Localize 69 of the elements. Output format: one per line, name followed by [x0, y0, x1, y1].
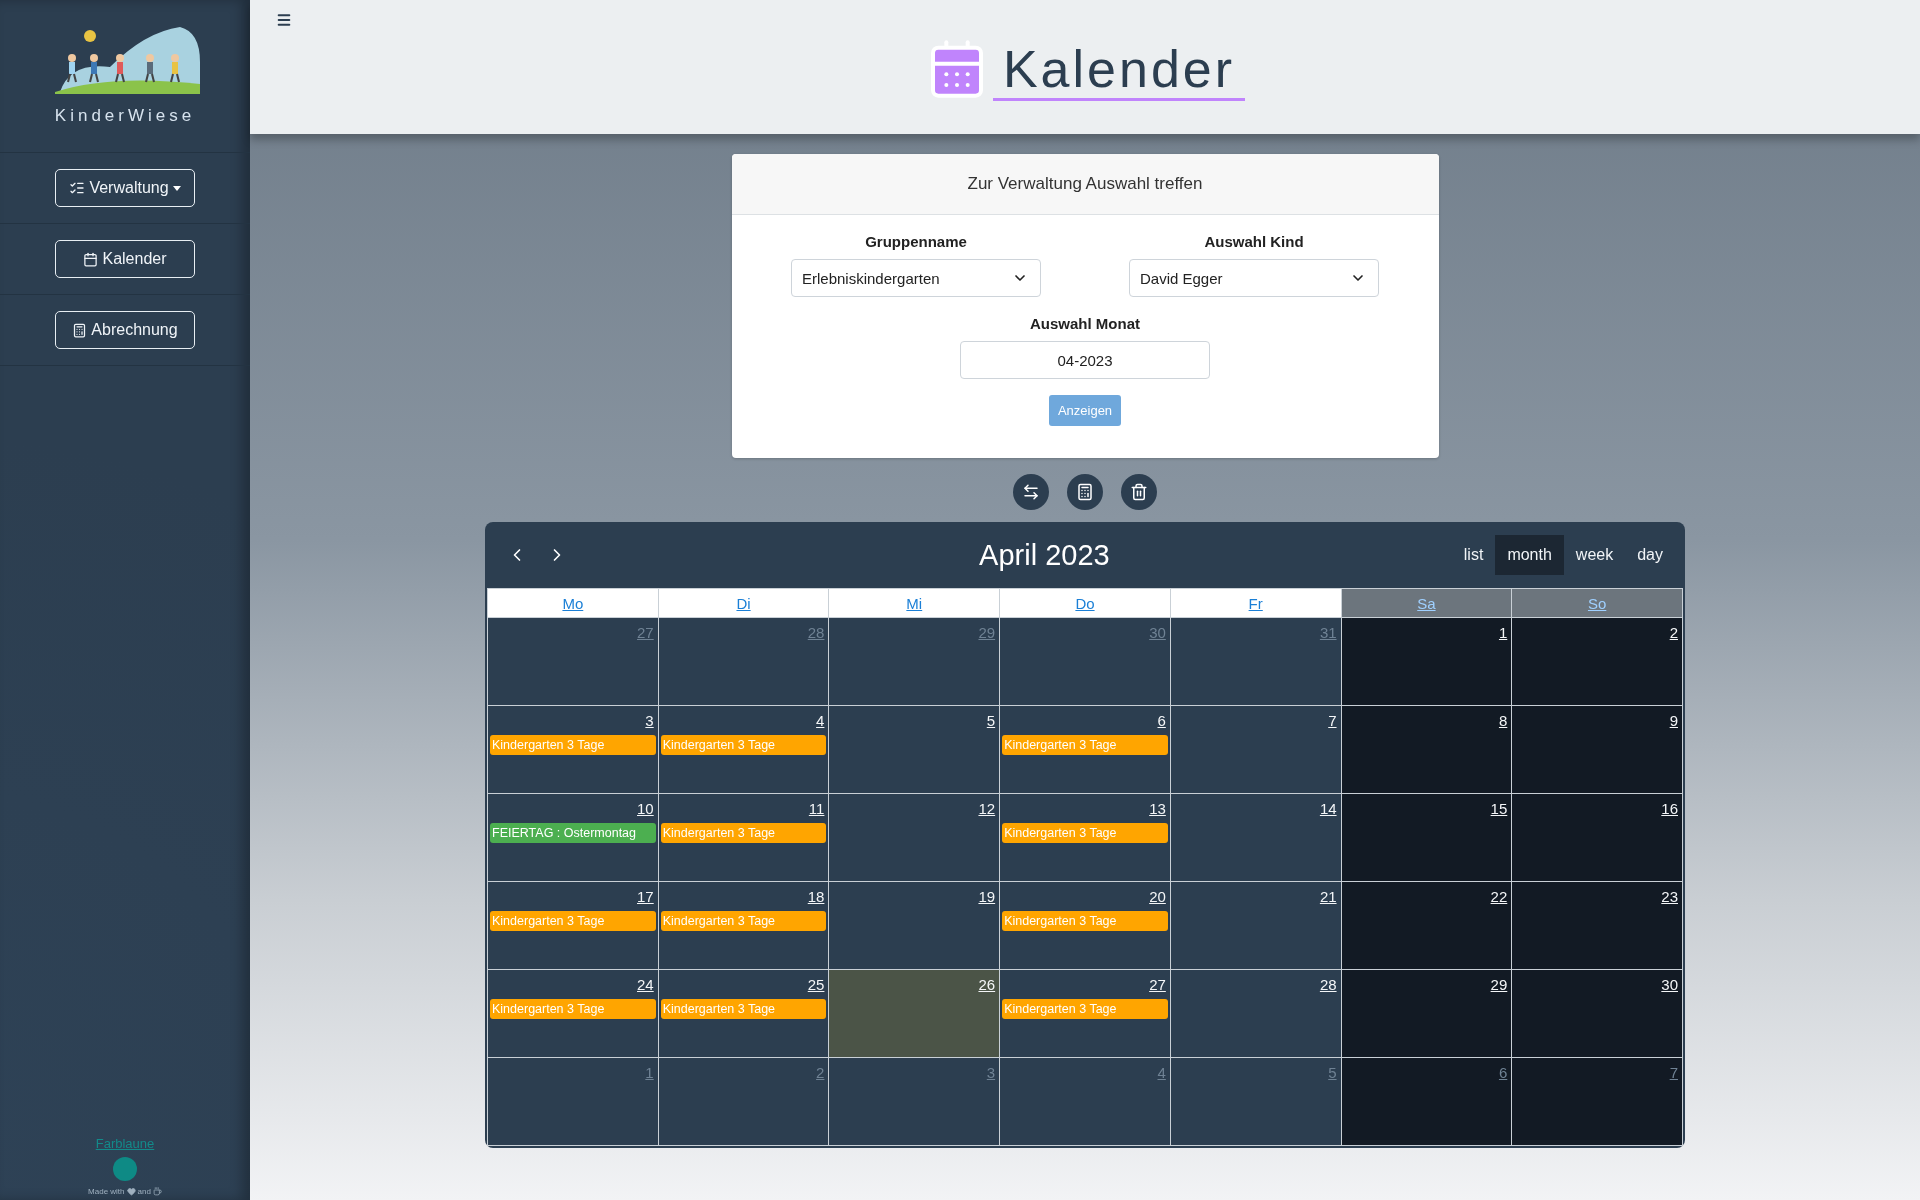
caret-icon	[172, 185, 181, 191]
day-number[interactable]: 23	[1661, 888, 1678, 905]
weekday-link[interactable]: Mo	[562, 594, 584, 612]
day-number[interactable]: 19	[978, 888, 996, 905]
nav-button[interactable]: Abrechnung	[55, 311, 195, 349]
day-number[interactable]: 16	[1661, 800, 1678, 817]
day-number[interactable]: 17	[637, 888, 654, 905]
day-number[interactable]: 1	[1498, 624, 1508, 641]
view-tab[interactable]: day	[1625, 535, 1675, 575]
weekday-link[interactable]: Fr	[1248, 594, 1263, 612]
day-number[interactable]: 21	[1319, 888, 1337, 905]
swap-button[interactable]	[1013, 474, 1049, 510]
delete-button[interactable]	[1121, 474, 1157, 510]
cup-icon	[152, 1187, 162, 1196]
card-title: Zur Verwaltung Auswahl treffen	[731, 154, 1439, 215]
swap-icon	[1022, 483, 1040, 501]
day-number[interactable]: 7	[1328, 712, 1337, 729]
select-field[interactable]: David Egger	[1129, 259, 1379, 297]
calendar-icon	[83, 251, 99, 267]
day-number[interactable]: 9	[1669, 712, 1678, 729]
select-field[interactable]: Erlebniskindergarten	[791, 259, 1041, 297]
calculator-icon	[72, 322, 88, 338]
day-number[interactable]: 5	[986, 712, 996, 729]
day-number[interactable]: 24	[637, 976, 654, 993]
day-number[interactable]: 6	[1157, 712, 1166, 729]
day-number[interactable]: 14	[1319, 800, 1337, 817]
weekday-link[interactable]: Mi	[906, 594, 923, 612]
checklist-icon	[69, 180, 86, 196]
calculator-icon	[1076, 483, 1094, 501]
day-number[interactable]: 11	[808, 800, 825, 817]
day-number[interactable]: 26	[978, 976, 996, 993]
day-number[interactable]: 27	[1149, 976, 1166, 993]
day-number[interactable]: 20	[1149, 888, 1166, 905]
day-number[interactable]: 28	[1319, 976, 1337, 993]
day-number[interactable]: 15	[1490, 800, 1508, 817]
field-label: Auswahl Monat	[1030, 315, 1140, 332]
weekday-link[interactable]: Di	[736, 594, 751, 612]
credit-text: and	[137, 1187, 151, 1196]
day-number[interactable]: 25	[807, 976, 825, 993]
dot-icon	[113, 1157, 137, 1181]
day-number[interactable]: 8	[1498, 712, 1508, 729]
credit-text: Made with	[88, 1187, 125, 1196]
field-label: Gruppenname	[865, 233, 967, 250]
day-number[interactable]: 30	[1661, 976, 1678, 993]
day-number[interactable]: 10	[637, 800, 654, 817]
day-number[interactable]: 3	[645, 712, 654, 729]
calendar-title: April 2023	[978, 538, 1111, 572]
calculator-button[interactable]	[1067, 474, 1103, 510]
day-number[interactable]: 13	[1149, 800, 1166, 817]
day-number[interactable]: 29	[1490, 976, 1508, 993]
day-number[interactable]: 18	[807, 888, 825, 905]
trash-icon	[1130, 483, 1148, 501]
day-number[interactable]: 2	[1669, 624, 1678, 641]
day-number[interactable]: 6	[1498, 1064, 1508, 1081]
day-number[interactable]: 7	[1669, 1064, 1678, 1081]
nav-button[interactable]: Verwaltung	[55, 169, 195, 207]
month-field[interactable]: 04-2023	[960, 341, 1210, 379]
page-title: Kalender	[992, 40, 1246, 101]
day-number[interactable]: 12	[978, 800, 996, 817]
nav-button[interactable]: Kalender	[55, 240, 195, 278]
heart-icon	[126, 1187, 136, 1196]
field-label: Auswahl Kind	[1204, 233, 1304, 250]
view-tab[interactable]: month	[1495, 535, 1564, 575]
day-number[interactable]: 22	[1490, 888, 1508, 905]
day-number[interactable]: 4	[816, 712, 825, 729]
weekday-link[interactable]: Do	[1075, 594, 1095, 612]
view-tab[interactable]: week	[1563, 535, 1626, 575]
view-tab[interactable]: list	[1451, 535, 1496, 575]
menu-icon	[276, 12, 292, 28]
